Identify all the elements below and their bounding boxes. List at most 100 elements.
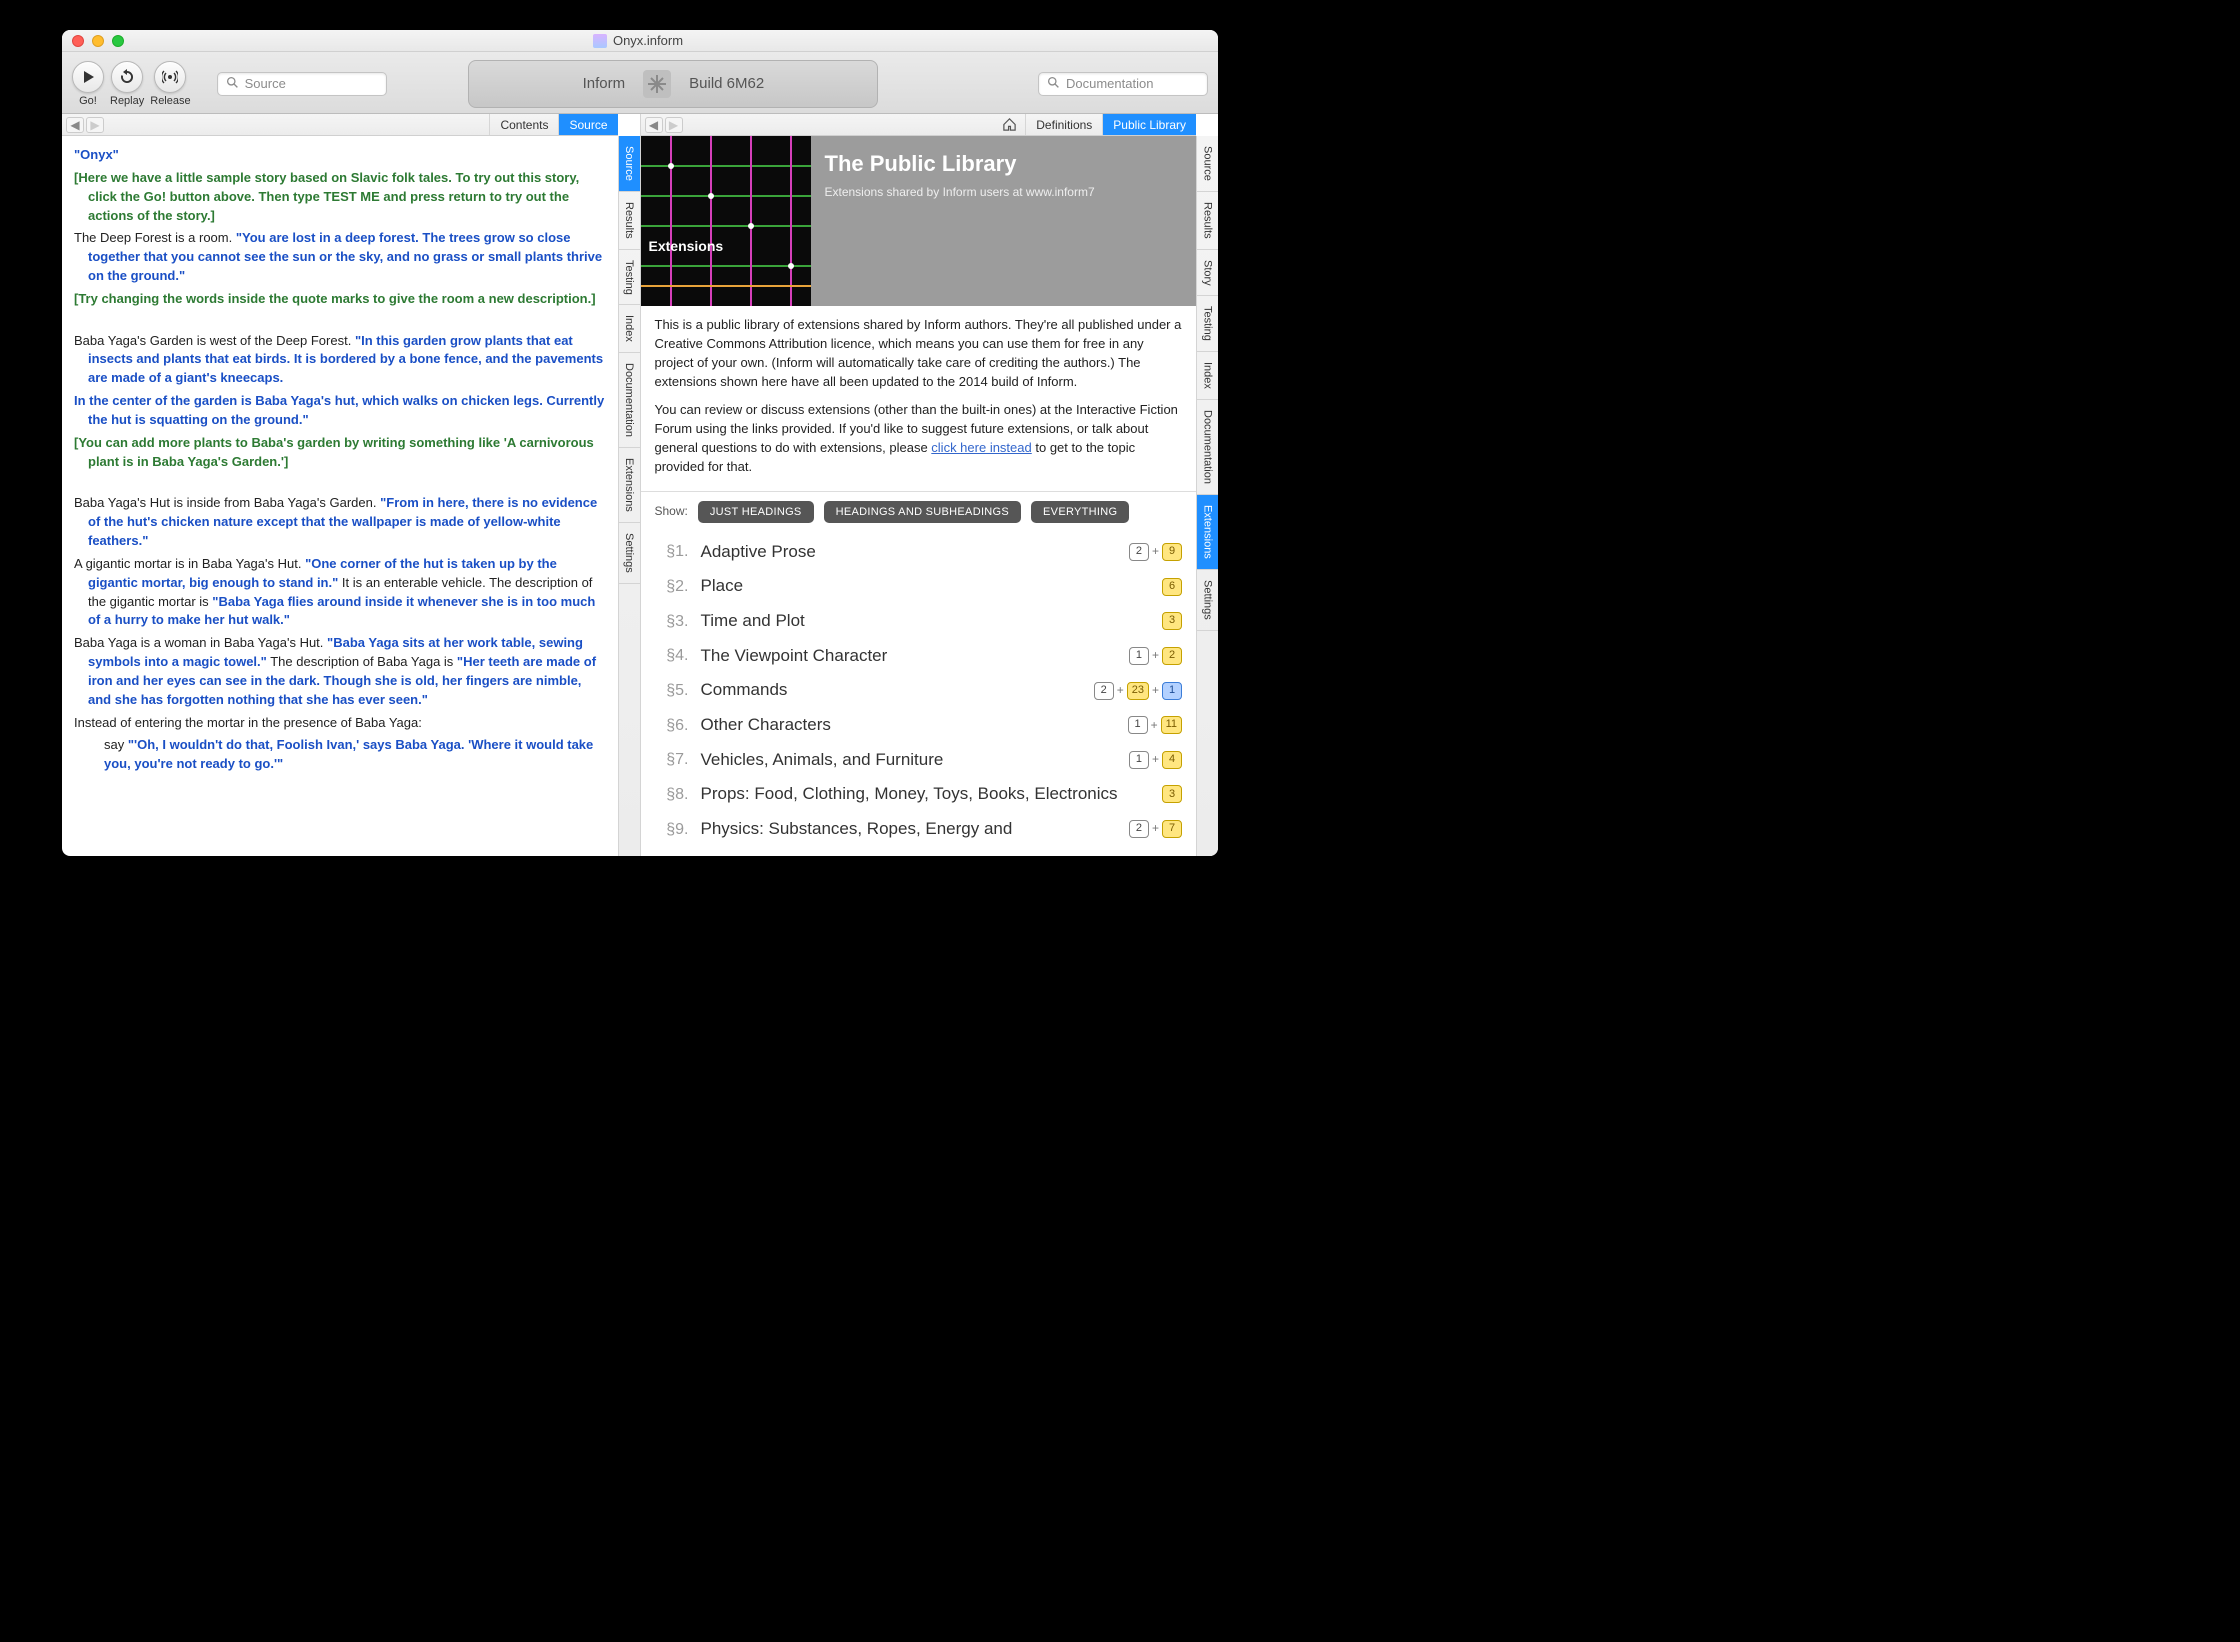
subtab-public-library[interactable]: Public Library <box>1102 114 1196 135</box>
section-title: Place <box>701 574 1151 599</box>
count-badge[interactable]: 3 <box>1162 612 1182 630</box>
release-button[interactable]: Release <box>150 61 190 107</box>
show-label: Show: <box>655 503 688 520</box>
nav-forward[interactable]: ▶ <box>665 117 683 133</box>
subtab-contents[interactable]: Contents <box>489 114 558 135</box>
section-row[interactable]: §7.Vehicles, Animals, and Furniture1+4 <box>655 743 1183 778</box>
right-panel: ◀ ▶ Definitions Public Library <box>641 114 1219 856</box>
panels: ◀ ▶ Contents Source "Onyx" [Here we have… <box>62 114 1218 856</box>
nav-back[interactable]: ◀ <box>66 117 84 133</box>
section-row[interactable]: §2.Place6 <box>655 569 1183 604</box>
library-subtitle: Extensions shared by Inform users at www… <box>825 184 1183 201</box>
nav-back[interactable]: ◀ <box>645 117 663 133</box>
sidetab-testing[interactable]: Testing <box>1197 296 1218 352</box>
sidetab-index[interactable]: Index <box>619 305 640 353</box>
count-badge[interactable]: 7 <box>1162 820 1182 838</box>
titlebar: Onyx.inform <box>62 30 1218 52</box>
section-row[interactable]: §4.The Viewpoint Character1+2 <box>655 639 1183 674</box>
library-para1: This is a public library of extensions s… <box>655 316 1183 391</box>
count-badge[interactable]: 23 <box>1127 682 1149 700</box>
section-row[interactable]: §8.Props: Food, Clothing, Money, Toys, B… <box>655 777 1183 812</box>
lozenge-right: Build 6M62 <box>689 75 764 92</box>
library-sections: §1.Adaptive Prose2+9§2.Place6§3.Time and… <box>641 535 1197 847</box>
sidetab-source[interactable]: Source <box>1197 136 1218 192</box>
replay-button[interactable]: Replay <box>110 61 144 107</box>
count-badge[interactable]: 2 <box>1094 682 1114 700</box>
sidetab-extensions[interactable]: Extensions <box>619 448 640 523</box>
inform-icon <box>643 70 671 98</box>
section-row[interactable]: §9.Physics: Substances, Ropes, Energy an… <box>655 812 1183 847</box>
go-button[interactable]: Go! <box>72 61 104 107</box>
click-here-link[interactable]: click here instead <box>931 440 1031 455</box>
sidetab-source[interactable]: Source <box>619 136 640 192</box>
library-description: This is a public library of extensions s… <box>641 316 1197 477</box>
zoom-icon[interactable] <box>112 35 124 47</box>
filter-chip[interactable]: JUST HEADINGS <box>698 501 814 523</box>
subtab-source[interactable]: Source <box>558 114 617 135</box>
sidetab-documentation[interactable]: Documentation <box>619 353 640 448</box>
section-row[interactable]: §3.Time and Plot3 <box>655 604 1183 639</box>
sidetab-story[interactable]: Story <box>1197 250 1218 297</box>
nav-forward[interactable]: ▶ <box>86 117 104 133</box>
section-badges: 2+9 <box>1129 543 1182 561</box>
replay-icon <box>119 69 135 85</box>
count-badge[interactable]: 4 <box>1162 751 1182 769</box>
play-icon <box>80 69 96 85</box>
replay-label: Replay <box>110 95 144 107</box>
section-row[interactable]: §6.Other Characters1+11 <box>655 708 1183 743</box>
count-badge[interactable]: 1 <box>1129 751 1149 769</box>
go-label: Go! <box>79 95 97 107</box>
lozenge-left: Inform <box>583 75 626 92</box>
sidetab-testing[interactable]: Testing <box>619 250 640 306</box>
minimize-icon[interactable] <box>92 35 104 47</box>
section-badges: 1+11 <box>1128 716 1182 734</box>
source-line: Baba Yaga's Hut is inside from Baba Yaga… <box>74 494 606 551</box>
status-lozenge: Inform Build 6M62 <box>468 60 878 108</box>
right-subbar: ◀ ▶ Definitions Public Library <box>641 114 1197 136</box>
home-icon <box>1002 117 1017 132</box>
count-badge[interactable]: 9 <box>1162 543 1182 561</box>
search-documentation[interactable]: Documentation <box>1038 72 1208 96</box>
sidetab-index[interactable]: Index <box>1197 352 1218 400</box>
source-line: Baba Yaga is a woman in Baba Yaga's Hut.… <box>74 634 606 709</box>
source-line: A gigantic mortar is in Baba Yaga's Hut.… <box>74 555 606 630</box>
extensions-map-image: Extensions <box>641 136 811 306</box>
close-icon[interactable] <box>72 35 84 47</box>
library-header: Extensions The Public Library Extensions… <box>641 136 1197 306</box>
plus-separator: + <box>1152 820 1159 837</box>
section-number: §5. <box>655 679 689 702</box>
sidetab-results[interactable]: Results <box>619 192 640 250</box>
sidetab-settings[interactable]: Settings <box>1197 570 1218 631</box>
subtab-definitions[interactable]: Definitions <box>1025 114 1102 135</box>
plus-separator: + <box>1152 543 1159 560</box>
count-badge[interactable]: 6 <box>1162 578 1182 596</box>
count-badge[interactable]: 3 <box>1162 785 1182 803</box>
count-badge[interactable]: 2 <box>1129 543 1149 561</box>
section-title: Physics: Substances, Ropes, Energy and <box>701 817 1117 842</box>
section-title: The Viewpoint Character <box>701 644 1117 669</box>
count-badge[interactable]: 1 <box>1128 716 1148 734</box>
plus-separator: + <box>1152 647 1159 664</box>
search-source[interactable]: Source <box>217 72 387 96</box>
count-badge[interactable]: 2 <box>1129 820 1149 838</box>
count-badge[interactable]: 1 <box>1129 647 1149 665</box>
count-badge[interactable]: 2 <box>1162 647 1182 665</box>
source-editor[interactable]: "Onyx" [Here we have a little sample sto… <box>62 136 618 856</box>
window-title: Onyx.inform <box>124 33 1152 48</box>
filter-chip[interactable]: HEADINGS AND SUBHEADINGS <box>824 501 1021 523</box>
section-title: Adaptive Prose <box>701 540 1117 565</box>
traffic-lights <box>72 35 124 47</box>
home-button[interactable] <box>997 117 1021 132</box>
left-subbar: ◀ ▶ Contents Source <box>62 114 618 136</box>
sidetab-results[interactable]: Results <box>1197 192 1218 250</box>
count-badge[interactable]: 1 <box>1162 682 1182 700</box>
sidetab-settings[interactable]: Settings <box>619 523 640 584</box>
count-badge[interactable]: 11 <box>1161 716 1182 734</box>
filter-chip[interactable]: EVERYTHING <box>1031 501 1129 523</box>
sidetab-extensions[interactable]: Extensions <box>1197 495 1218 570</box>
section-badges: 6 <box>1162 578 1182 596</box>
section-row[interactable]: §1.Adaptive Prose2+9 <box>655 535 1183 570</box>
section-row[interactable]: §5.Commands2+23+1 <box>655 673 1183 708</box>
sidetab-documentation[interactable]: Documentation <box>1197 400 1218 495</box>
source-line: The Deep Forest is a room. "You are lost… <box>74 229 606 286</box>
